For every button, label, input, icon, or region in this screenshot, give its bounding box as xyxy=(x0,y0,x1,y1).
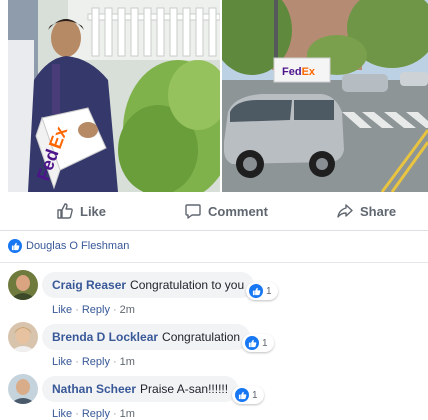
post-action-bar: Like Comment Share xyxy=(0,192,428,231)
comment-reply-link[interactable]: Reply xyxy=(82,304,110,316)
delivery-photo[interactable]: Fed Ex xyxy=(8,0,220,192)
comment-bubble: Nathan Scheer Praise A-san!!!!!! xyxy=(42,376,239,402)
reactions-summary[interactable]: Douglas O Fleshman xyxy=(8,238,129,254)
comment-time[interactable]: 2m xyxy=(120,304,135,316)
like-button-label: Like xyxy=(80,203,107,219)
like-icon xyxy=(249,284,263,298)
post-photos: Fed Ex FedEx xyxy=(0,0,428,192)
thumbs-up-icon xyxy=(56,202,74,220)
comment-button-label: Comment xyxy=(208,203,268,219)
street-photo[interactable]: FedEx xyxy=(222,0,428,192)
comment-author[interactable]: Nathan Scheer xyxy=(52,382,136,396)
comment-like-link[interactable]: Like xyxy=(52,304,72,316)
like-icon xyxy=(8,239,22,253)
comment-item: Craig Reaser Congratulation to you 1 Lik… xyxy=(8,270,428,316)
reaction-names: Douglas O Fleshman xyxy=(26,240,130,252)
share-button[interactable]: Share xyxy=(336,192,396,230)
comment-text: Congratulation xyxy=(162,330,241,344)
comment-author[interactable]: Brenda D Locklear xyxy=(52,330,158,344)
comment-author[interactable]: Craig Reaser xyxy=(52,278,126,292)
reaction-count: 1 xyxy=(252,389,258,401)
comment-time[interactable]: 1m xyxy=(120,356,135,368)
share-button-label: Share xyxy=(360,203,397,219)
avatar[interactable] xyxy=(8,322,38,352)
comment-like-link[interactable]: Like xyxy=(52,356,72,368)
comment-bubble: Brenda D Locklear Congratulation xyxy=(42,324,251,350)
svg-text:FedEx: FedEx xyxy=(282,66,316,78)
comment-bubble: Craig Reaser Congratulation to you xyxy=(42,272,255,298)
like-button[interactable]: Like xyxy=(56,192,106,230)
comment-item: Nathan Scheer Praise A-san!!!!!! 1 Like ·… xyxy=(8,374,428,420)
comment-text: Congratulation to you xyxy=(130,278,245,292)
comment-text: Praise A-san!!!!!! xyxy=(140,382,229,396)
comment-reaction-count[interactable]: 1 xyxy=(246,282,278,300)
delivery-photo-image: Fed Ex xyxy=(8,0,220,192)
street-photo-image: FedEx xyxy=(222,0,428,192)
comment-bubble-icon xyxy=(184,202,202,220)
comment-item: Brenda D Locklear Congratulation 1 Like ·… xyxy=(8,322,428,368)
like-icon xyxy=(235,388,249,402)
comment-reaction-count[interactable]: 1 xyxy=(232,386,264,404)
comment-meta: Like · Reply · 1m xyxy=(52,356,135,368)
share-arrow-icon xyxy=(336,202,354,220)
avatar[interactable] xyxy=(8,374,38,404)
comment-button[interactable]: Comment xyxy=(184,192,268,230)
reaction-count: 1 xyxy=(262,337,268,349)
comment-reaction-count[interactable]: 1 xyxy=(242,334,274,352)
comment-reply-link[interactable]: Reply xyxy=(82,356,110,368)
comments-divider xyxy=(0,262,428,263)
like-icon xyxy=(245,336,259,350)
comment-meta: Like · Reply · 2m xyxy=(52,304,135,316)
reaction-count: 1 xyxy=(266,285,272,297)
avatar[interactable] xyxy=(8,270,38,300)
